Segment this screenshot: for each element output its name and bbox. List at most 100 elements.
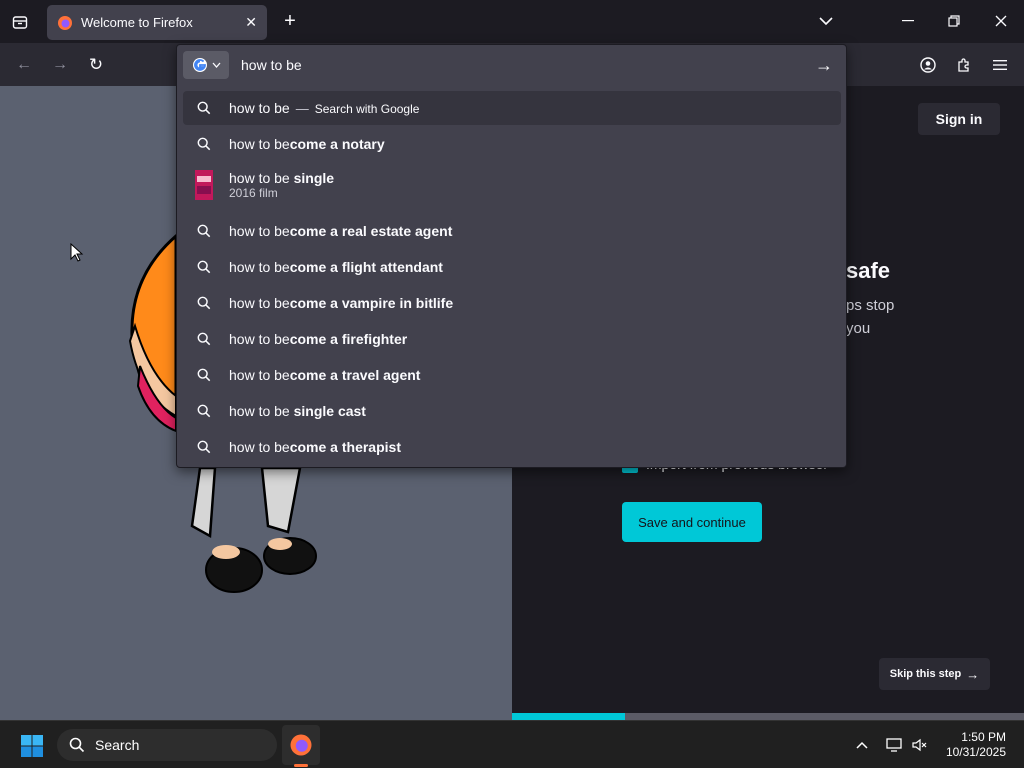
save-and-continue-button[interactable]: Save and continue — [622, 502, 762, 542]
restore-icon — [948, 15, 960, 27]
sign-in-button[interactable]: Sign in — [918, 103, 1000, 135]
suggestion-typed: how to be — [229, 223, 290, 239]
tab-bar: Welcome to Firefox ✕ + — [0, 0, 1024, 43]
suggestion-row[interactable]: how to become a flight attendant — [183, 250, 841, 284]
suggestion-typed: how to be — [229, 403, 290, 419]
tray-icon — [12, 16, 28, 29]
suggestion-text: how to be single cast — [229, 403, 366, 419]
suggestion-completion: come a travel agent — [289, 367, 421, 383]
suggestion-line: how to become a vampire in bitlife — [229, 295, 453, 311]
suggestion-text: how to become a travel agent — [229, 367, 420, 383]
suggestion-subtitle: 2016 film — [229, 186, 278, 200]
search-icon — [195, 137, 213, 151]
tab-welcome[interactable]: Welcome to Firefox ✕ — [47, 5, 267, 40]
puzzle-icon — [958, 58, 969, 72]
account-icon — [920, 57, 936, 73]
google-icon — [192, 58, 207, 72]
search-icon — [195, 296, 213, 310]
reload-button[interactable]: ↻ — [84, 53, 108, 77]
suggestion-row[interactable]: how to be single 2016 film — [183, 163, 841, 207]
chevron-down-icon — [819, 17, 833, 26]
suggestion-typed: how to be — [229, 259, 290, 275]
display-icon — [886, 738, 902, 752]
suggestion-typed: how to be — [229, 295, 290, 311]
active-app-indicator — [294, 764, 308, 767]
extensions-button[interactable] — [952, 53, 976, 77]
suggestion-row[interactable]: how to become a real estate agent — [183, 214, 841, 248]
suggestion-typed: how to be — [229, 367, 290, 383]
suggestion-row[interactable]: how to become a therapist — [183, 430, 841, 464]
search-with-hint: Search with Google — [314, 102, 420, 116]
suggestion-completion: single cast — [289, 403, 366, 419]
suggestion-row[interactable]: how to be — Search with Google — [183, 91, 841, 125]
urlbar-input-text[interactable]: how to be — [241, 57, 815, 73]
hamburger-icon — [993, 60, 1007, 70]
suggestion-line: how to become a flight attendant — [229, 259, 443, 275]
suggestion-text: how to become a firefighter — [229, 331, 407, 347]
search-icon — [195, 260, 213, 274]
restore-button[interactable] — [936, 8, 972, 34]
tab-title: Welcome to Firefox — [81, 15, 193, 30]
account-button[interactable] — [916, 53, 940, 77]
suggestion-completion: come a firefighter — [289, 331, 408, 347]
search-engine-button[interactable] — [183, 51, 229, 79]
onboarding-heading: safe — [846, 258, 891, 283]
skip-step-button[interactable]: Skip this step → — [879, 658, 990, 690]
close-icon — [995, 15, 1007, 27]
search-icon — [195, 332, 213, 346]
suggestion-line: how to be — Search with Google — [229, 100, 419, 116]
onboarding-subtext: ps stop you — [846, 294, 894, 340]
onboarding-progress-bar — [512, 713, 1024, 720]
search-icon — [195, 101, 213, 115]
clock-time: 1:50 PM — [961, 730, 1006, 744]
taskbar-firefox[interactable] — [282, 725, 320, 765]
suggestion-row[interactable]: how to become a travel agent — [183, 358, 841, 392]
subtext-line-2: you — [846, 320, 871, 337]
suggestion-completion: come a real estate agent — [289, 223, 453, 239]
back-arrow-icon: ← — [16, 56, 32, 73]
suggestion-row[interactable]: how to be single cast — [183, 394, 841, 428]
suggestion-typed: how to be — [229, 331, 290, 347]
tab-list-button[interactable] — [8, 10, 32, 34]
volume-button[interactable] — [910, 735, 930, 755]
menu-button[interactable] — [988, 53, 1012, 77]
search-icon — [195, 224, 213, 238]
suggestion-typed: how to be — [229, 439, 290, 455]
show-hidden-icons-button[interactable] — [852, 735, 872, 755]
list-all-tabs-button[interactable] — [815, 10, 837, 32]
start-button[interactable] — [18, 732, 46, 760]
firefox-icon — [290, 734, 312, 756]
suggestion-line: how to become a travel agent — [229, 367, 420, 383]
suggestion-line: how to become a real estate agent — [229, 223, 452, 239]
suggestion-row[interactable]: how to become a vampire in bitlife — [183, 286, 841, 320]
close-window-button[interactable] — [983, 8, 1019, 34]
suggestion-completion: come a vampire in bitlife — [289, 295, 454, 311]
go-arrow-icon[interactable]: → — [815, 55, 833, 76]
chevron-down-icon — [212, 62, 220, 68]
minimize-button[interactable] — [890, 8, 926, 34]
system-clock[interactable]: 1:50 PM 10/31/2025 — [946, 730, 1006, 760]
suggestion-row[interactable]: how to become a firefighter — [183, 322, 841, 356]
suggestion-text: how to be — Search with Google — [229, 100, 419, 116]
suggestion-typed: how to be — [229, 100, 290, 116]
mouse-cursor-icon — [70, 243, 84, 262]
network-button[interactable] — [884, 735, 904, 755]
back-button[interactable]: ← — [12, 53, 36, 77]
suggestion-line: how to become a notary — [229, 136, 385, 152]
suggestion-text: how to become a real estate agent — [229, 223, 452, 239]
film-thumbnail-icon — [195, 170, 213, 200]
search-icon — [69, 737, 85, 753]
search-icon — [195, 404, 213, 418]
suggestion-completion: come a therapist — [289, 439, 401, 455]
suggestion-text: how to be single 2016 film — [229, 170, 334, 200]
suggestion-text: how to become a therapist — [229, 439, 401, 455]
urlbar[interactable]: how to be → — [183, 49, 841, 81]
close-tab-icon[interactable]: ✕ — [245, 14, 257, 31]
suggestion-line: how to be single cast — [229, 403, 366, 419]
suggestion-row[interactable]: how to become a notary — [183, 127, 841, 161]
taskbar-search[interactable]: Search — [57, 729, 277, 761]
new-tab-button[interactable]: + — [279, 10, 301, 32]
suggestion-typed: how to be — [229, 136, 290, 152]
forward-arrow-icon: → — [52, 56, 68, 73]
forward-button[interactable]: → — [48, 53, 72, 77]
